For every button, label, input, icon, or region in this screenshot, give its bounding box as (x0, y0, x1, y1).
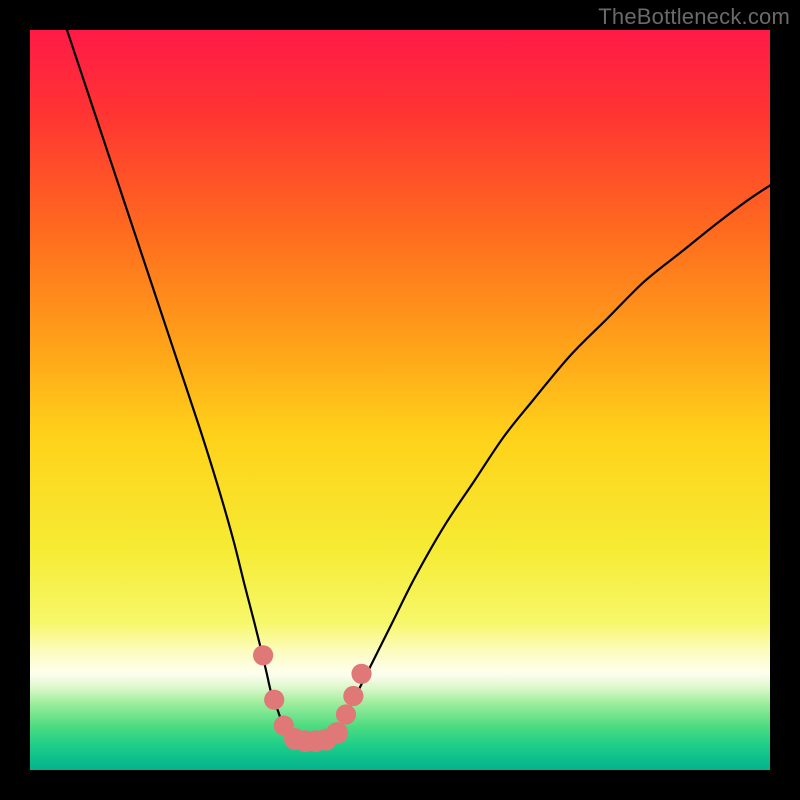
marker-point (336, 704, 356, 724)
outer-frame: TheBottleneck.com (0, 0, 800, 800)
gradient-bg (30, 30, 770, 770)
marker-point (253, 645, 273, 665)
plot-area (30, 30, 770, 770)
watermark-text: TheBottleneck.com (598, 4, 790, 30)
marker-point (264, 690, 284, 710)
marker-point (343, 686, 363, 706)
plot-svg (30, 30, 770, 770)
marker-point (351, 664, 371, 684)
